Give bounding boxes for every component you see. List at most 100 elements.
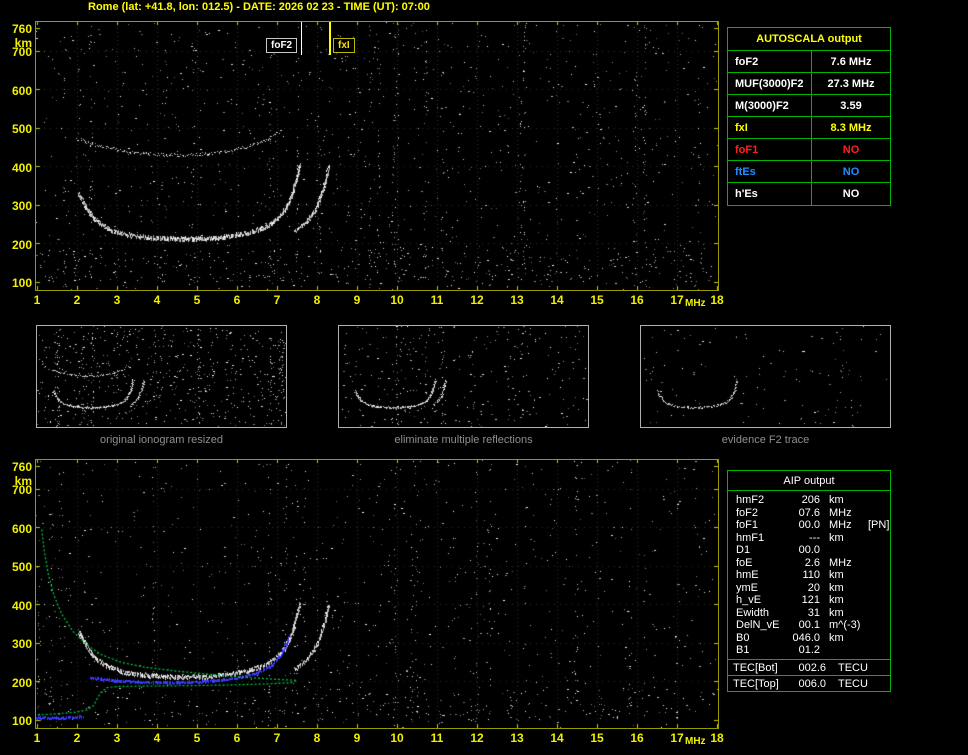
table-row-ftEs: ftEs NO xyxy=(728,161,890,183)
aip-row-value: 206 xyxy=(801,494,820,506)
aip-tec-rows: TEC[Bot] 002.6 TECU TEC[Top] 006.0 TECU xyxy=(728,658,890,691)
restored-ionogram-plot xyxy=(35,459,719,729)
row-label: foF1 xyxy=(728,139,812,160)
y-axis-tick-label: 400 xyxy=(11,161,32,175)
x-axis-unit-label: MHz xyxy=(685,736,706,747)
aip-row-unit: m^(-3) xyxy=(829,619,861,631)
aip-row-unit xyxy=(820,544,866,557)
aip-row-value: 07.6 xyxy=(798,506,820,519)
y-axis-tick-label: 500 xyxy=(11,122,32,136)
y-axis-tick-label: 600 xyxy=(11,84,32,98)
aip-row-label: DelN_vE xyxy=(736,619,780,631)
aip-row-value: 046.0 xyxy=(792,631,820,644)
x-axis-tick-label: 9 xyxy=(353,293,361,307)
x-axis-tick-label: 9 xyxy=(353,731,361,745)
x-axis-tick-label: 7 xyxy=(273,731,281,745)
aip-row-note xyxy=(866,544,890,557)
x-axis-tick-label: 16 xyxy=(630,731,644,745)
thumbnail-cleaned-ionogram xyxy=(338,325,589,428)
x-axis-tick-label: 2 xyxy=(73,293,81,307)
aip-row-unit: MHz xyxy=(829,506,852,519)
x-axis-tick-label: 2 xyxy=(73,731,81,745)
x-axis-tick-label: 4 xyxy=(153,731,161,745)
aip-row-value: 00.0 xyxy=(798,519,820,531)
aip-row-note xyxy=(866,619,890,632)
thumbnail-cleaned-canvas xyxy=(339,326,588,427)
row-value: NO xyxy=(842,144,860,156)
aip-row: D1 00.0 xyxy=(728,544,890,557)
row-value: NO xyxy=(842,166,860,178)
aip-row: B0 046.0 km xyxy=(728,632,890,645)
aip-row-unit: km xyxy=(829,494,844,506)
aip-row-note xyxy=(866,607,890,620)
y-axis-tick-label: 400 xyxy=(11,599,32,613)
x-axis-tick-label: 15 xyxy=(590,731,604,745)
thumbnail-original-ionogram xyxy=(36,325,287,428)
table-row-m3000f2: M(3000)F2 3.59 xyxy=(728,95,890,117)
aip-row-label: B1 xyxy=(736,644,750,656)
x-axis-tick-label: 3 xyxy=(113,731,121,745)
aip-row-value: 121 xyxy=(801,594,820,606)
x-axis-tick-label: 8 xyxy=(313,293,321,307)
y-axis-tick-label: 200 xyxy=(11,238,32,252)
x-axis-tick-label: 14 xyxy=(550,731,564,745)
tec-row-value: 006.0 xyxy=(798,677,826,690)
aip-row-label: foE xyxy=(736,556,753,569)
table-row-muf3000f2: MUF(3000)F2 27.3 MHz xyxy=(728,73,890,95)
aip-row-label: foF1 xyxy=(736,519,759,531)
y-axis-tick-label: 100 xyxy=(11,714,32,728)
row-label: MUF(3000)F2 xyxy=(728,73,812,94)
aip-row-note xyxy=(866,644,890,657)
aip-row: foE 2.6 MHz xyxy=(728,557,890,570)
x-axis-tick-label: 12 xyxy=(470,293,484,307)
thumbnail-caption: evidence F2 trace xyxy=(721,434,810,446)
aip-row-unit: km xyxy=(829,569,844,581)
y-axis-tick-label: 500 xyxy=(11,560,32,574)
scaled-ionogram-plot: foF2 fxI xyxy=(35,21,719,291)
thumbnail-original-canvas xyxy=(37,326,286,427)
x-axis-tick-label: 4 xyxy=(153,293,161,307)
row-label: M(3000)F2 xyxy=(728,95,812,116)
aip-row-label: h_vE xyxy=(736,594,762,606)
aip-row: foF1 00.0 MHz [PN] xyxy=(728,519,890,532)
aip-row-label: hmE xyxy=(736,569,759,581)
aip-tec-row: TEC[Bot] 002.6 TECU xyxy=(728,658,890,675)
x-axis-unit-label: MHz xyxy=(685,298,706,309)
aip-row-value: 00.1 xyxy=(798,619,820,631)
row-label: fxI xyxy=(728,117,812,138)
autoscala-output-screen: { "header": {"title": "Rome (lat: +41.8,… xyxy=(0,0,968,755)
x-axis-tick-label: 18 xyxy=(710,731,724,745)
tec-row-value: 002.6 xyxy=(798,661,826,674)
row-value: 7.6 MHz xyxy=(830,56,872,68)
row-value: 8.3 MHz xyxy=(830,122,872,134)
aip-row-note xyxy=(866,494,890,507)
aip-row-note xyxy=(866,557,890,570)
station-date-time-title: Rome (lat: +41.8, lon: 012.5) - DATE: 20… xyxy=(88,1,430,13)
aip-row-label: hmF2 xyxy=(736,494,765,506)
tec-row-label: TEC[Bot] xyxy=(733,661,778,674)
aip-row-value: 00.0 xyxy=(798,544,820,556)
aip-row: ymE 20 km xyxy=(728,582,890,595)
y-axis-tick-label: 200 xyxy=(11,676,32,690)
aip-row: hmF1 --- km xyxy=(728,532,890,545)
y-axis-tick-label: 300 xyxy=(11,199,32,213)
x-axis-tick-label: 8 xyxy=(313,731,321,745)
aip-row-value: 31 xyxy=(807,606,820,619)
aip-row-value: 2.6 xyxy=(804,556,820,569)
x-axis-tick-label: 12 xyxy=(470,731,484,745)
autoscala-table-header: AUTOSCALA output xyxy=(728,28,890,51)
fxI-marker-line xyxy=(329,22,331,55)
aip-output-table: AIP output hmF2 206 km foF2 07.6 MHz foF1 00.0 M… xyxy=(727,470,891,692)
aip-row-value: 01.2 xyxy=(798,644,820,656)
aip-row: hmE 110 km xyxy=(728,569,890,582)
y-axis-tick-label: 300 xyxy=(11,637,32,651)
aip-row-label: foF2 xyxy=(736,506,759,519)
aip-row-unit: km xyxy=(829,531,844,544)
table-row-foF1: foF1 NO xyxy=(728,139,890,161)
aip-row-value: 110 xyxy=(802,569,820,581)
aip-row-value: --- xyxy=(809,531,820,544)
tec-row-unit: TECU xyxy=(838,661,868,674)
x-axis-tick-label: 14 xyxy=(550,293,564,307)
row-value: NO xyxy=(842,188,860,200)
x-axis-tick-label: 10 xyxy=(390,293,404,307)
